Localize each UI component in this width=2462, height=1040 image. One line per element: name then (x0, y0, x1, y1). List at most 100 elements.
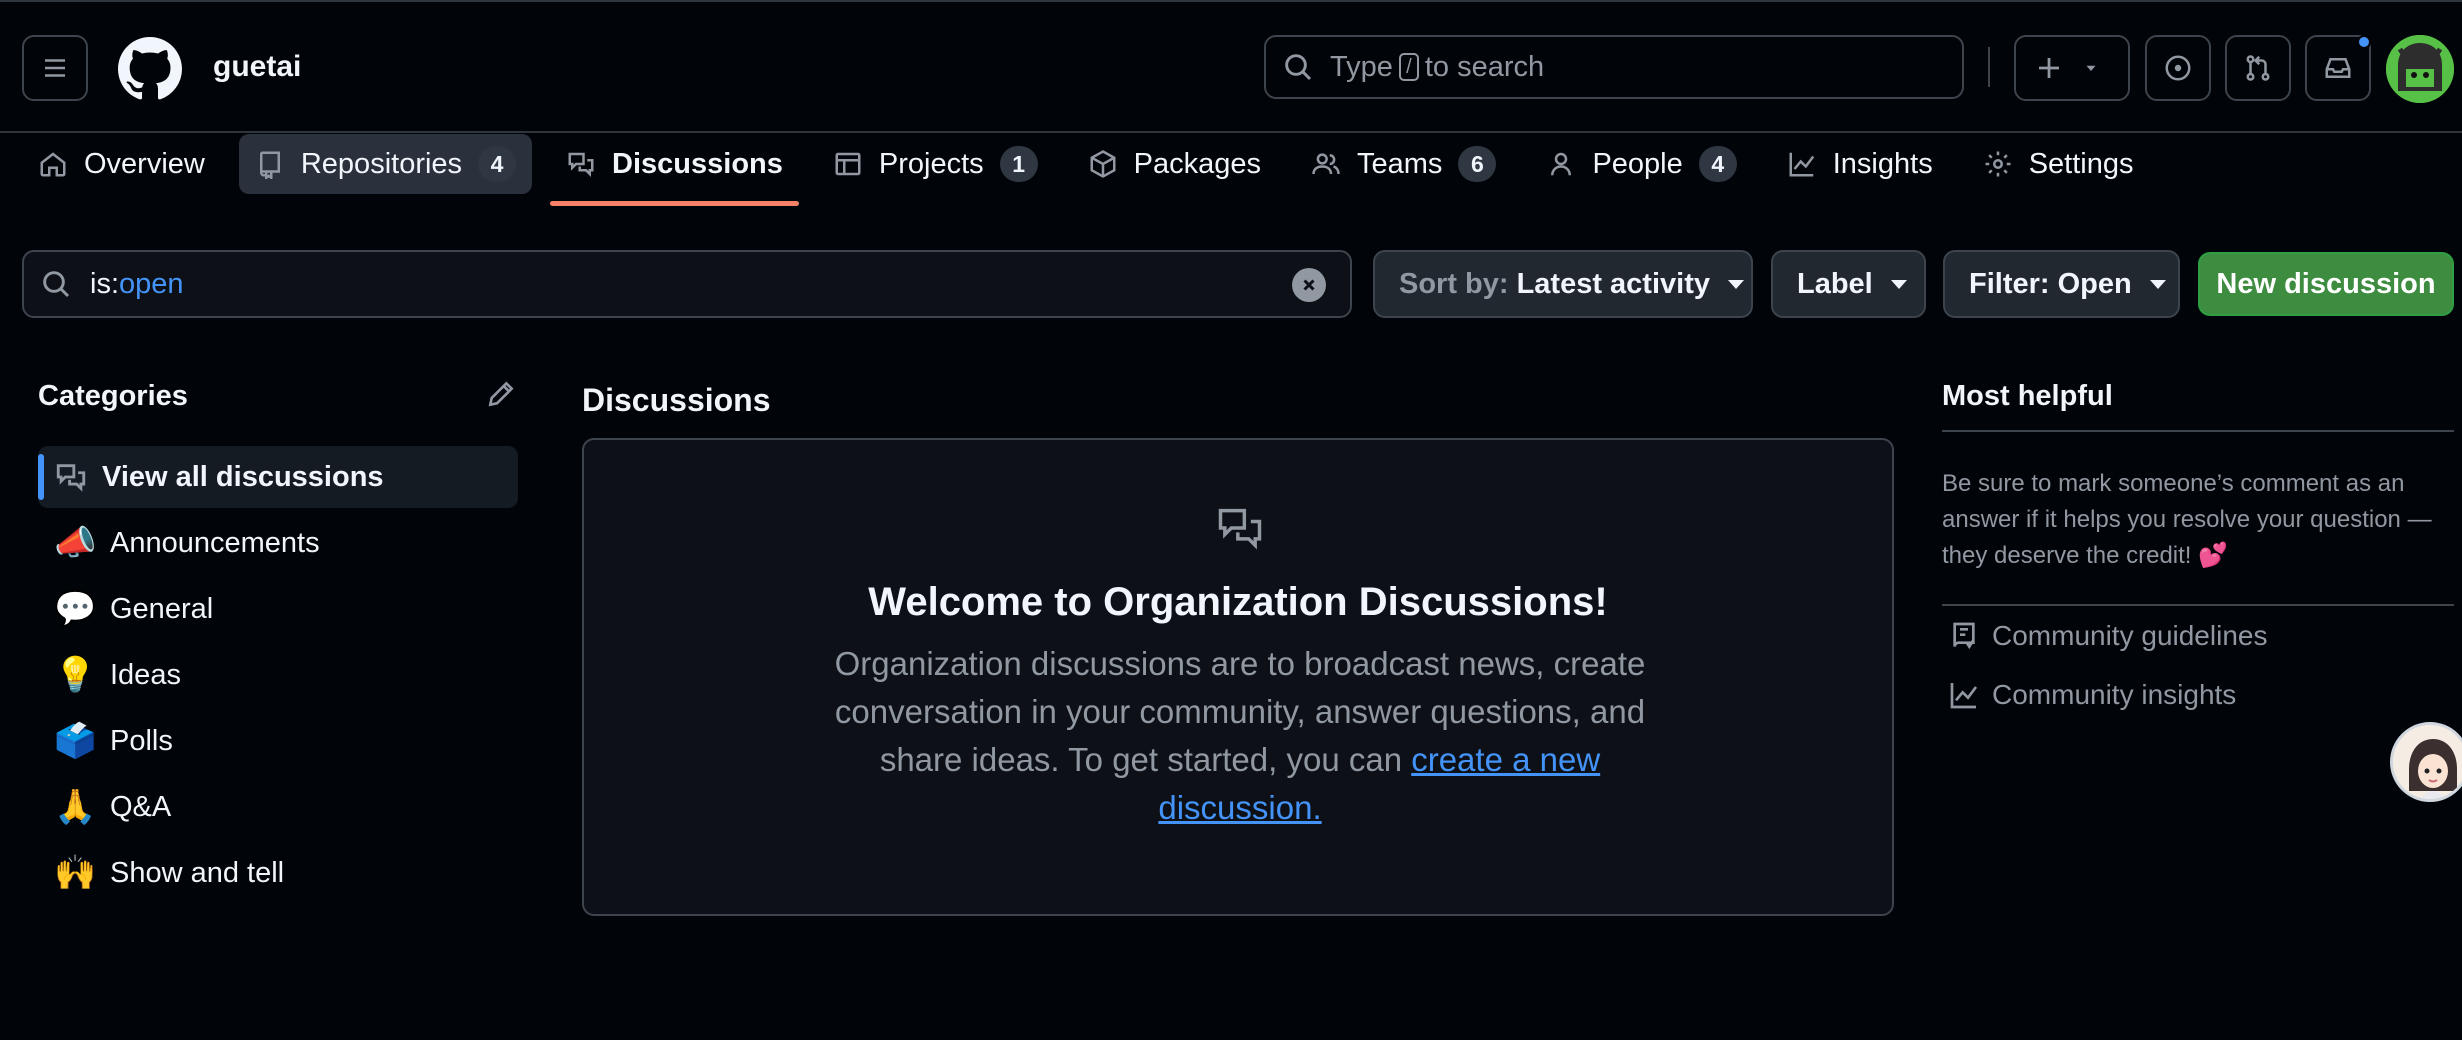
filter-value: open (119, 267, 184, 300)
most-helpful-heading: Most helpful (1942, 380, 2113, 412)
inbox-icon (2325, 58, 2351, 78)
projects-count-badge: 1 (999, 146, 1038, 182)
issue-opened-icon (2165, 55, 2191, 81)
tab-people[interactable]: People 4 (1530, 134, 1752, 194)
tab-repositories[interactable]: Repositories 4 (238, 134, 533, 194)
categories-heading: Categories (38, 380, 188, 412)
divider (1942, 604, 2454, 606)
org-nav: Overview Repositories 4 Discussions Proj… (22, 134, 2168, 210)
global-search-input[interactable]: Type / to search (1264, 35, 1964, 99)
top-header: guetai Type / to search Overview Reposit… (0, 0, 2462, 206)
discussion-search-input[interactable]: is: open (22, 250, 1352, 318)
category-announcements[interactable]: 📣 Announcements (38, 512, 518, 574)
sort-value: Latest activity (1516, 267, 1710, 300)
filter-dropdown-button[interactable]: Filter: Open (1943, 250, 2180, 318)
notification-dot (2357, 35, 2371, 49)
comment-discussion-icon (1218, 508, 1262, 550)
search-icon (43, 271, 70, 298)
slash-key-hint: / (1398, 53, 1419, 81)
category-label: View all discussions (102, 460, 384, 493)
search-icon (1285, 54, 1312, 81)
category-show-and-tell[interactable]: 🙌 Show and tell (38, 842, 518, 904)
tab-overview[interactable]: Overview (22, 134, 221, 194)
gear-icon (1985, 151, 2011, 177)
sort-dropdown-button[interactable]: Sort by: Latest activity (1373, 250, 1753, 318)
sort-label: Sort by: (1399, 267, 1509, 300)
clear-search-button[interactable] (1292, 268, 1326, 302)
speech-balloon-icon: 💬 (54, 590, 97, 628)
hamburger-menu-button[interactable] (22, 35, 88, 101)
category-view-all[interactable]: View all discussions (38, 446, 518, 508)
tab-discussions[interactable]: Discussions (550, 134, 799, 206)
repositories-count-badge: 4 (478, 146, 517, 182)
triangle-down-icon (1890, 279, 1907, 289)
book-icon (1953, 622, 1975, 650)
community-guidelines-link[interactable]: Community guidelines (1948, 620, 2267, 652)
triangle-down-icon (2149, 279, 2166, 289)
user-avatar[interactable] (2386, 35, 2454, 103)
github-mark-icon (118, 37, 182, 100)
label-dropdown-button[interactable]: Label (1771, 250, 1926, 318)
triangle-down-icon (1727, 279, 1744, 289)
table-icon (835, 152, 861, 176)
most-helpful-text: Be sure to mark someone’s comment as an … (1942, 470, 2432, 569)
category-label: Show and tell (110, 856, 285, 889)
tab-label: Overview (84, 147, 205, 180)
empty-state-panel: Welcome to Organization Discussions! Org… (582, 438, 1894, 916)
category-label: Ideas (110, 658, 181, 691)
people-icon (1312, 153, 1340, 175)
tab-label: Settings (2028, 147, 2134, 180)
divider (1942, 430, 2454, 432)
pray-icon: 🙏 (54, 788, 97, 826)
empty-state-body: Organization discussions are to broadcas… (830, 640, 1650, 832)
comment-discussion-icon (56, 464, 86, 492)
tab-label: Projects (878, 147, 984, 180)
ballot-box-icon: 🗳️ (54, 722, 97, 760)
page-title: Discussions (582, 382, 771, 418)
empty-state-heading: Welcome to Organization Discussions! (868, 580, 1608, 624)
tab-teams[interactable]: Teams 6 (1295, 134, 1512, 194)
x-icon (1303, 279, 1315, 291)
tab-label: People (1592, 147, 1683, 180)
tab-settings[interactable]: Settings (1967, 134, 2150, 194)
search-prefix: Type (1330, 50, 1393, 83)
category-label: General (110, 592, 214, 625)
pull-requests-button[interactable] (2225, 35, 2291, 101)
tab-label: Packages (1133, 147, 1262, 180)
package-icon (1090, 150, 1116, 178)
tab-insights[interactable]: Insights (1771, 134, 1949, 194)
header-divider (1988, 47, 1990, 87)
raised-hands-icon: 🙌 (54, 854, 97, 892)
pencil-icon[interactable] (485, 378, 517, 410)
graph-icon (1950, 683, 1978, 709)
assistant-avatar-button[interactable] (2390, 722, 2462, 802)
tab-label: Insights (1832, 147, 1933, 180)
plus-icon (2039, 58, 2059, 78)
avatar-image-icon (2386, 35, 2454, 103)
home-icon (40, 152, 66, 177)
category-polls[interactable]: 🗳️ Polls (38, 710, 518, 772)
teams-count-badge: 6 (1458, 146, 1497, 182)
tab-label: Discussions (612, 147, 783, 180)
repo-icon (259, 151, 280, 179)
github-logo[interactable] (118, 37, 182, 101)
tab-label: Repositories (300, 147, 463, 180)
tab-packages[interactable]: Packages (1072, 134, 1277, 194)
org-name-link[interactable]: guetai (213, 50, 301, 84)
triangle-down-icon (2086, 65, 2096, 71)
link-label: Community guidelines (1992, 620, 2268, 651)
category-qa[interactable]: 🙏 Q&A (38, 776, 518, 838)
category-general[interactable]: 💬 General (38, 578, 518, 640)
filter-button-text: Filter: Open (1969, 267, 2132, 300)
people-count-badge: 4 (1698, 146, 1737, 182)
create-new-button[interactable] (2014, 35, 2130, 101)
tab-projects[interactable]: Projects 1 (817, 134, 1054, 194)
category-ideas[interactable]: 💡 Ideas (38, 644, 518, 706)
git-pull-request-icon (2246, 55, 2270, 81)
avatar-image-icon (2393, 725, 2462, 799)
new-discussion-button[interactable]: New discussion (2198, 252, 2454, 316)
community-insights-link[interactable]: Community insights (1948, 679, 2236, 711)
issues-button[interactable] (2145, 35, 2211, 101)
graph-icon (1789, 152, 1814, 177)
menu-icon (45, 59, 65, 77)
